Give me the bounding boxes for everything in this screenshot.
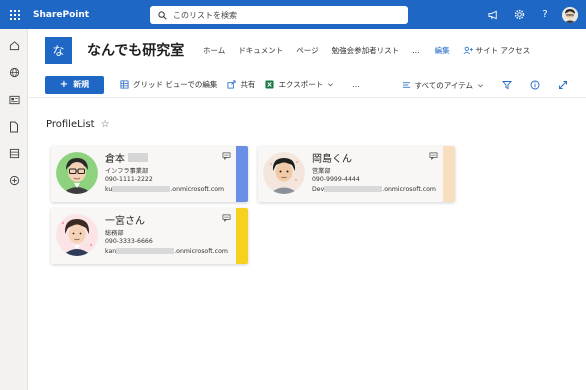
nav-edit-link[interactable]: 編集 [435, 45, 450, 56]
nav-documents[interactable]: ドキュメント [238, 45, 283, 56]
more-commands-button[interactable]: … [352, 80, 360, 89]
card-phone: 090-9999-4444 [312, 176, 360, 183]
people-icon [463, 46, 473, 55]
site-access-label: サイト アクセス [475, 46, 531, 55]
avatar [56, 152, 98, 194]
card-phone: 090-3333-6666 [105, 238, 153, 245]
command-bar: + 新規 グリッド ビューでの編集 共有 エクスポート … すべてのアイテム [28, 72, 586, 98]
list-icon[interactable] [0, 140, 28, 167]
info-icon[interactable] [530, 80, 544, 90]
card-department: 総務部 [105, 230, 124, 237]
card-accent [443, 146, 455, 202]
add-icon[interactable] [0, 167, 28, 194]
news-icon[interactable] [0, 86, 28, 113]
grid-edit-label: グリッド ビューでの編集 [133, 80, 218, 89]
card-department: インフラ事業部 [105, 168, 149, 175]
site-nav: ホーム ドキュメント ページ 勉強会参加者リスト … 編集 サイト アクセス [203, 45, 556, 56]
left-rail [0, 29, 28, 390]
search-icon [158, 10, 167, 20]
site-logo[interactable]: な [45, 37, 72, 64]
card-name: 岡島くん [312, 154, 352, 165]
list-title-row: ProfileList ☆ [46, 119, 110, 130]
chevron-down-icon [478, 83, 483, 87]
chevron-down-icon [328, 83, 334, 87]
plus-icon: + [59, 79, 69, 90]
card-name: 一宮さん [105, 216, 145, 227]
profile-card[interactable]: 倉本 インフラ事業部 090-1111-2222 ku .onmicrosoft.… [51, 146, 248, 202]
nav-pages[interactable]: ページ [296, 45, 318, 56]
view-label: すべてのアイテム [414, 80, 473, 90]
grid-edit-button[interactable]: グリッド ビューでの編集 [120, 79, 217, 90]
chat-icon[interactable] [429, 152, 438, 160]
grid-icon [120, 80, 129, 89]
chat-icon[interactable] [222, 152, 231, 160]
card-accent [236, 146, 248, 202]
app-launcher-button[interactable] [0, 0, 29, 29]
share-button[interactable]: 共有 [227, 79, 255, 90]
card-department: 営業部 [312, 168, 331, 175]
card-email: kan .onmicrosoft.com [105, 248, 228, 255]
avatar [263, 152, 305, 194]
expand-icon[interactable] [558, 80, 572, 90]
share-label: 共有 [240, 80, 256, 89]
globe-icon[interactable] [0, 59, 28, 86]
export-label: エクスポート [278, 80, 324, 89]
megaphone-icon[interactable] [480, 0, 506, 29]
document-icon[interactable] [0, 113, 28, 140]
site-header: な なんでも研究室 ホーム ドキュメント ページ 勉強会参加者リスト … 編集 … [28, 29, 586, 69]
site-title[interactable]: なんでも研究室 [87, 40, 184, 60]
filter-icon[interactable] [502, 80, 516, 90]
help-icon[interactable]: ? [532, 0, 558, 29]
share-icon [227, 80, 236, 89]
favorite-star-icon[interactable]: ☆ [101, 119, 110, 130]
chat-icon[interactable] [222, 214, 231, 222]
list-title: ProfileList [46, 119, 95, 130]
nav-study-participants[interactable]: 勉強会参加者リスト [332, 45, 400, 56]
card-phone: 090-1111-2222 [105, 176, 153, 183]
view-list-icon [402, 82, 410, 88]
avatar [56, 214, 98, 256]
search-placeholder: このリストを検索 [173, 10, 237, 20]
site-access-button[interactable]: サイト アクセス [463, 45, 544, 56]
card-email: Dev .onmicrosoft.com [312, 186, 436, 193]
nav-more[interactable]: … [412, 46, 420, 55]
account-avatar[interactable] [562, 6, 578, 23]
app-brand[interactable]: SharePoint [33, 10, 89, 20]
card-name: 倉本 [105, 150, 148, 165]
home-icon[interactable] [0, 32, 28, 59]
suite-bar: SharePoint このリストを検索 ? [0, 0, 586, 29]
settings-icon[interactable] [506, 0, 532, 29]
new-item-button[interactable]: + 新規 [45, 75, 104, 94]
nav-home[interactable]: ホーム [203, 45, 225, 56]
export-button[interactable]: エクスポート [265, 79, 338, 90]
profile-card[interactable]: 岡島くん 営業部 090-9999-4444 Dev .onmicrosoft.c… [258, 146, 455, 202]
excel-icon [265, 80, 274, 89]
waffle-icon [9, 9, 20, 20]
profile-card[interactable]: 一宮さん 総務部 090-3333-6666 kan .onmicrosoft.c… [51, 208, 248, 264]
card-accent [236, 208, 248, 264]
view-selector[interactable]: すべてのアイテム [402, 80, 488, 91]
search-box[interactable]: このリストを検索 [150, 6, 408, 24]
card-email: ku .onmicrosoft.com [105, 186, 225, 193]
new-item-label: 新規 [73, 80, 90, 89]
